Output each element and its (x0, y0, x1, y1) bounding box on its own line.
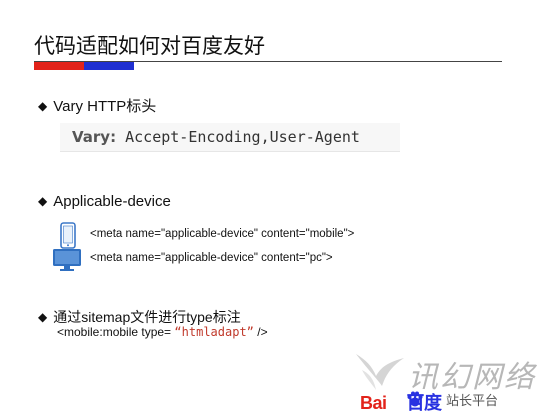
bullet-applicable-label: Applicable-device (53, 193, 171, 210)
bullet-applicable: ◆ Applicable-device (38, 193, 171, 210)
monitor-icon (53, 249, 81, 271)
baidu-paw-icon (407, 391, 423, 407)
diamond-bullet-icon: ◆ (38, 99, 48, 113)
diamond-bullet-icon: ◆ (38, 194, 48, 208)
baidu-red-text: Bai (360, 393, 387, 413)
slide-title: 代码适配如何对百度友好 (34, 34, 265, 58)
bullet-sitemap-label: 通过sitemap文件进行type标注 (53, 309, 241, 325)
vary-code-box: Vary: Accept-Encoding,User-Agent (60, 123, 400, 152)
vary-code-value: Accept-Encoding,User-Agent (125, 128, 360, 146)
bullet-vary: ◆ Vary HTTP标头 (38, 95, 156, 116)
vary-code: Vary: Accept-Encoding,User-Agent (72, 128, 360, 146)
accent-bar-red (34, 62, 84, 70)
watermark-subtitle: 站长平台 (446, 393, 499, 408)
bullet-vary-label: Vary HTTP标头 (53, 98, 157, 115)
phone-icon (60, 222, 76, 249)
watermark-baidu-logo: Bai 百度 (360, 389, 442, 415)
sitemap-code-prefix: <mobile:mobile type= (57, 325, 172, 339)
diamond-bullet-icon: ◆ (38, 310, 48, 324)
vary-code-key: Vary: (72, 128, 117, 146)
sitemap-code-suffix: /> (257, 325, 268, 339)
accent-bar-blue (84, 62, 134, 70)
bullet-sitemap: ◆ 通过sitemap文件进行type标注 (38, 307, 241, 327)
sitemap-code: <mobile:mobile type= “htmladapt” /> (57, 325, 268, 339)
sitemap-code-value: “htmladapt” (174, 325, 254, 339)
meta-mobile: <meta name="applicable-device" content="… (90, 228, 355, 240)
meta-pc: <meta name="applicable-device" content="… (90, 252, 333, 264)
